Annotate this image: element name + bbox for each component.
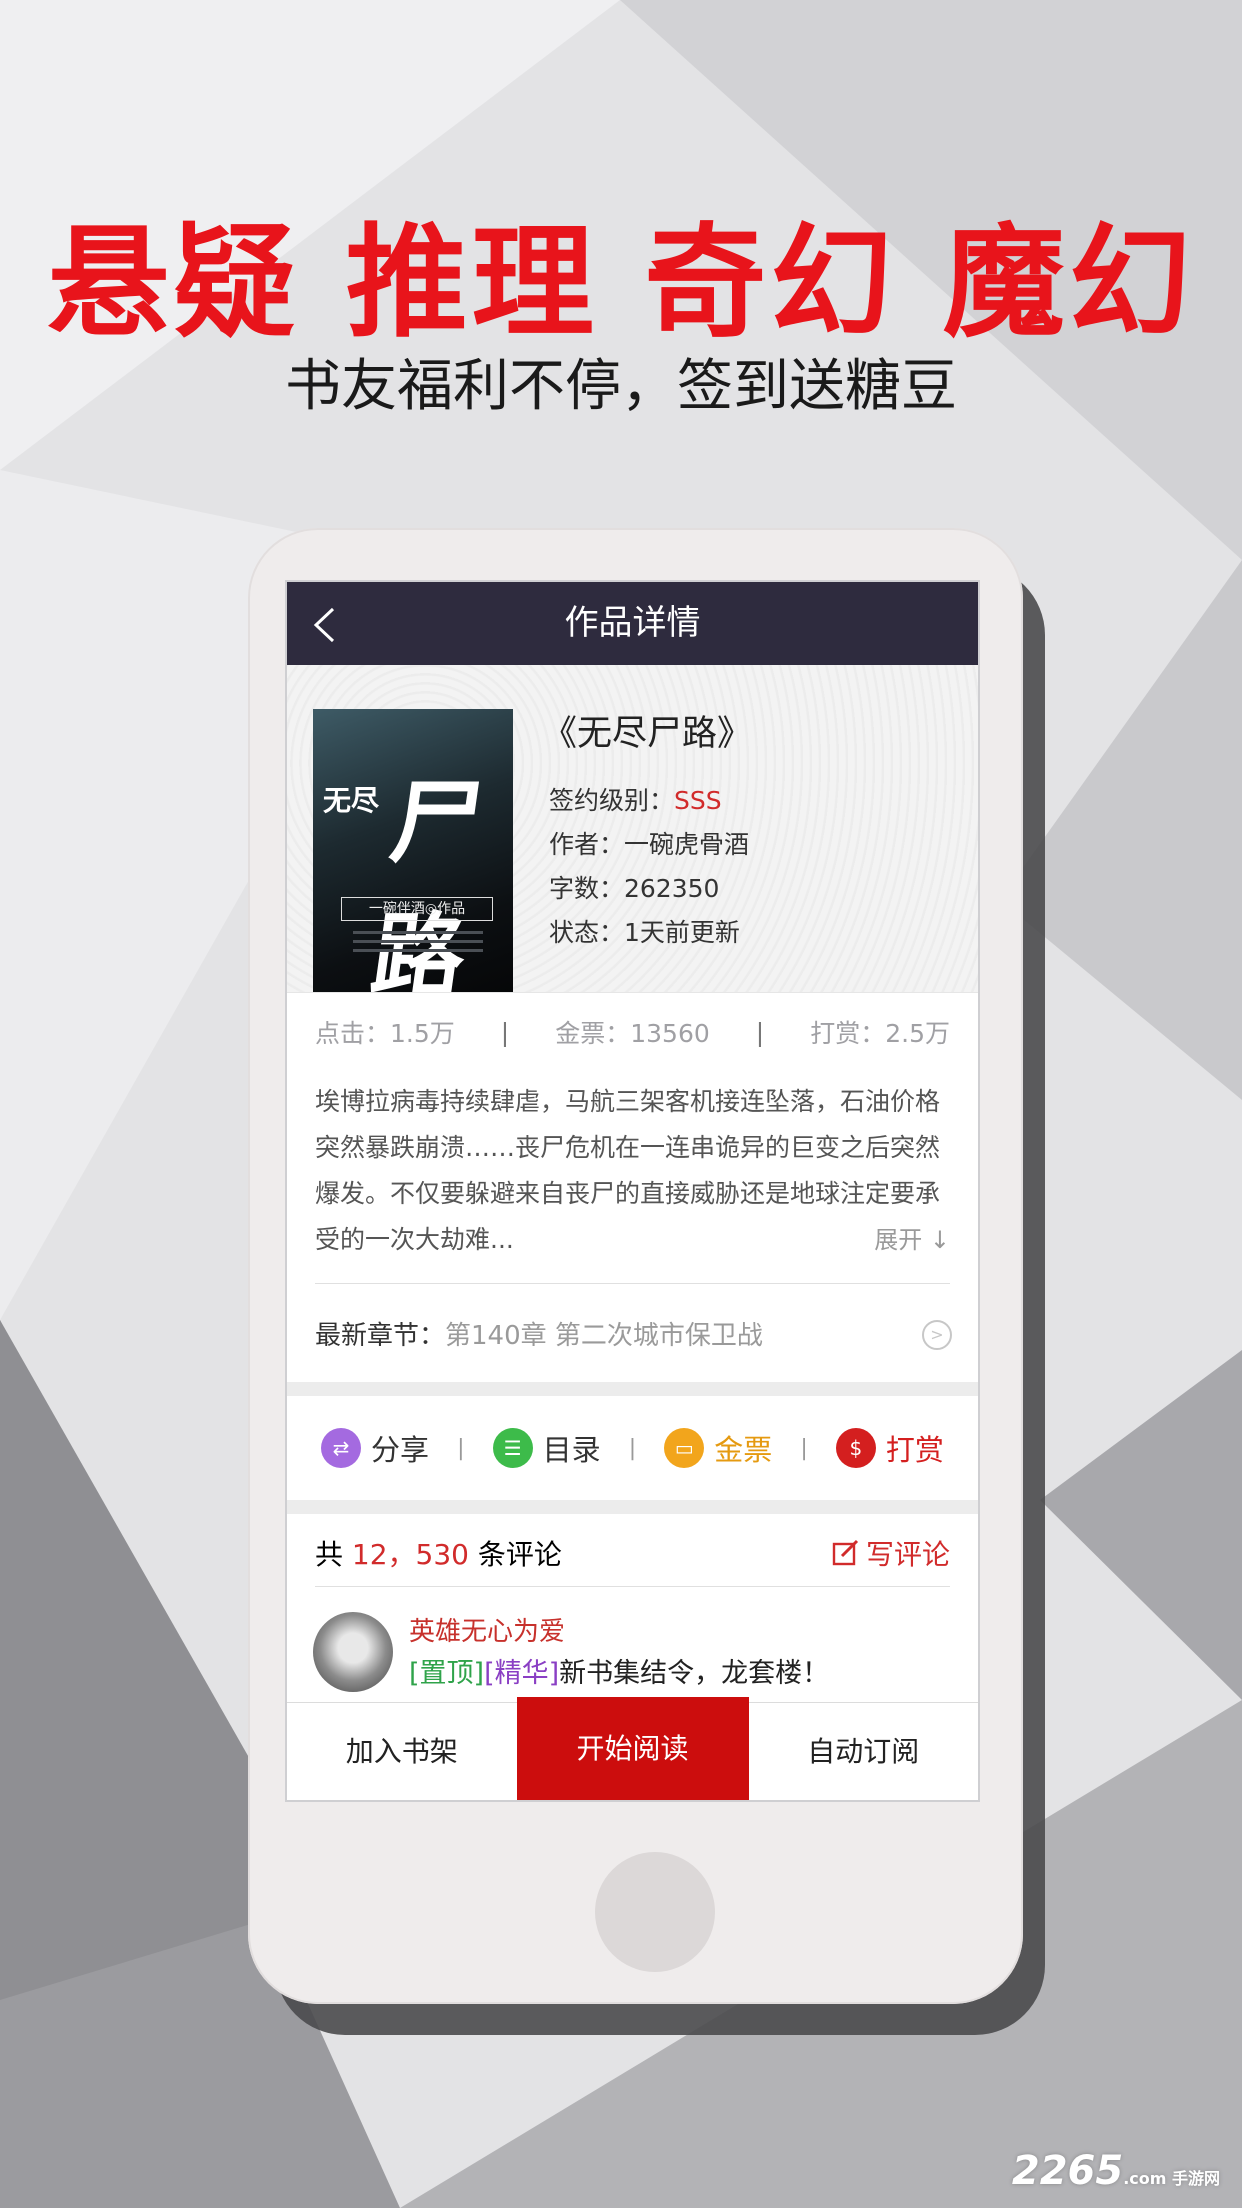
watermark-brand: 2265: [1011, 2148, 1124, 2194]
start-reading-button[interactable]: 开始阅读: [516, 1697, 749, 1800]
site-watermark: 2265.com 手游网: [1012, 2148, 1220, 2194]
action-separator: |: [628, 1435, 637, 1461]
comment-count-value: 12，530: [351, 1538, 469, 1571]
comment-count-suffix: 条评论: [477, 1538, 562, 1571]
page-title: 作品详情: [564, 603, 701, 643]
book-word-count: 字数：262350: [549, 874, 720, 903]
sign-level-value: SSS: [674, 786, 722, 815]
comment-body: 新书集结令，龙套楼！: [559, 1658, 830, 1689]
expand-button[interactable]: 展开 ↓: [874, 1217, 950, 1263]
book-header: 无尽 尸路 一碗伴酒◎作品 《无尽尸路》 签约级别：SSS 作者：一碗虎骨酒 字…: [287, 665, 978, 992]
app-screen: 作品详情 无尽 尸路 一碗伴酒◎作品 《无尽尸路》 签约级别：SSS 作者：一碗…: [285, 580, 980, 1802]
catalog-button[interactable]: ☰ 目录: [492, 1427, 601, 1469]
comment-count-prefix: 共: [315, 1538, 344, 1571]
book-status: 状态：1天前更新: [549, 918, 740, 947]
add-to-shelf-button[interactable]: 加入书架: [287, 1703, 517, 1800]
navbar: 作品详情: [287, 582, 978, 665]
list-icon: ☰: [492, 1428, 533, 1468]
promo-headline: 悬疑 推理 奇幻 魔幻: [47, 212, 1195, 354]
comments-header: 共 12，530 条评论 写评论: [287, 1520, 978, 1586]
stat-separator: |: [500, 1017, 510, 1047]
action-separator: |: [800, 1435, 808, 1461]
comment-text: [置顶][精华]新书集结令，龙套楼！: [409, 1651, 829, 1690]
cover-fine-print: [353, 931, 483, 958]
circle-arrow-right-icon[interactable]: >: [922, 1320, 952, 1350]
sign-level-label: 签约级别：: [549, 786, 675, 815]
book-title: 《无尽尸路》: [542, 714, 753, 754]
action-bar: ⇄ 分享 | ☰ 目录 | ▭ 金票 | $ 打赏: [287, 1396, 978, 1500]
money-bag-icon: $: [835, 1428, 876, 1468]
bottom-bar: 加入书架 开始阅读 自动订阅: [287, 1697, 979, 1800]
watermark-sub: .com 手游网: [1123, 2169, 1220, 2188]
edit-icon: [832, 1539, 859, 1566]
avatar[interactable]: [313, 1612, 393, 1692]
cover-title-small: 无尽: [323, 784, 380, 817]
section-gap: [287, 1500, 978, 1514]
share-icon: ⇄: [321, 1428, 362, 1468]
description-text: 埃博拉病毒持续肆虐，马航三架客机接连坠落，石油价格突然暴跌崩溃……丧尸危机在一连…: [315, 1087, 941, 1254]
latest-chapter-label: 最新章节：: [315, 1320, 446, 1351]
write-comment-button[interactable]: 写评论: [832, 1533, 950, 1573]
catalog-label: 目录: [542, 1433, 601, 1467]
latest-chapter-row[interactable]: 最新章节： 第140章 第二次城市保卫战 >: [287, 1284, 978, 1382]
reward-button[interactable]: $ 打赏: [835, 1427, 944, 1469]
stat-separator: |: [755, 1017, 765, 1047]
expand-label: 展开: [874, 1226, 923, 1254]
ticket-icon: ▭: [664, 1428, 705, 1468]
cover-author-band: 一碗伴酒◎作品: [341, 897, 493, 921]
action-separator: |: [457, 1435, 465, 1461]
reward-label: 打赏: [885, 1433, 944, 1467]
stat-rewards: 打赏：2.5万: [810, 1019, 950, 1048]
gold-ticket-label: 金票: [714, 1433, 773, 1467]
comment-username[interactable]: 英雄无心为爱: [409, 1611, 565, 1648]
stat-clicks: 点击：1.5万: [315, 1019, 455, 1048]
latest-chapter-value: 第140章 第二次城市保卫战: [445, 1320, 763, 1351]
arrow-down-icon: ↓: [929, 1226, 950, 1254]
featured-tag: [精华]: [484, 1658, 560, 1689]
comment-count: 共 12，530 条评论: [315, 1533, 562, 1573]
share-button[interactable]: ⇄ 分享: [321, 1427, 429, 1469]
auto-subscribe-button[interactable]: 自动订阅: [749, 1703, 979, 1800]
section-gap: [287, 1382, 978, 1396]
gold-ticket-button[interactable]: ▭ 金票: [664, 1427, 772, 1469]
comment-item[interactable]: 英雄无心为爱 [置顶][精华]新书集结令，龙套楼！: [287, 1587, 978, 1692]
book-cover[interactable]: 无尽 尸路 一碗伴酒◎作品: [313, 709, 513, 992]
pinned-tag: [置顶]: [409, 1658, 485, 1689]
stat-gold-tickets: 金票：13560: [555, 1019, 710, 1048]
home-button: [595, 1852, 715, 1972]
promo-subline: 书友福利不停，签到送糖豆: [285, 354, 957, 419]
share-label: 分享: [371, 1433, 430, 1467]
book-stats: 点击：1.5万 | 金票：13560 | 打赏：2.5万: [287, 992, 978, 1071]
write-comment-label: 写评论: [865, 1538, 950, 1571]
book-description: 埃博拉病毒持续肆虐，马航三架客机接连坠落，石油价格突然暴跌崩溃……丧尸危机在一连…: [287, 1071, 978, 1261]
sign-level: 签约级别：SSS: [549, 781, 722, 817]
book-author: 作者：一碗虎骨酒: [549, 830, 750, 859]
